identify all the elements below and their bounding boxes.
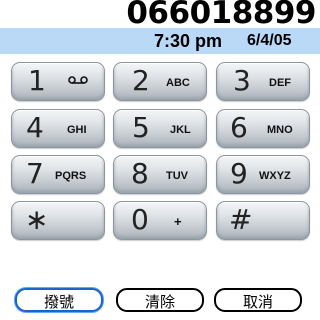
- key-digit: 0: [131, 203, 149, 236]
- key-letters: MNO: [267, 124, 293, 136]
- key-letters: WXYZ: [259, 170, 291, 182]
- key-digit: 7: [26, 157, 44, 190]
- key-digit: #: [229, 203, 253, 236]
- key-letters: ABC: [166, 77, 190, 89]
- key-digit: 4: [26, 111, 44, 144]
- key-letters: PQRS: [55, 170, 87, 182]
- voicemail-icon: [68, 76, 88, 84]
- key-digit: 2: [132, 64, 150, 97]
- key-digit: 8: [131, 157, 149, 190]
- key-4[interactable]: 4 GHI: [11, 109, 105, 148]
- key-digit: 9: [230, 157, 248, 190]
- key-3[interactable]: 3 DEF: [216, 62, 310, 101]
- key-digit: 6: [230, 111, 248, 144]
- key-5[interactable]: 5 JKL: [113, 109, 207, 148]
- dialed-number: 066018899: [126, 0, 316, 31]
- key-9[interactable]: 9 WXYZ: [216, 155, 310, 194]
- key-letters: GHI: [67, 124, 87, 136]
- key-digit: 5: [132, 111, 150, 144]
- key-8[interactable]: 8 TUV: [113, 155, 207, 194]
- key-digit: ∗: [25, 203, 49, 236]
- key-hash[interactable]: #: [216, 201, 310, 240]
- number-display: 066018899: [0, 0, 320, 31]
- key-digit: 3: [233, 64, 251, 97]
- clock-time: 7:30 pm: [154, 31, 223, 51]
- key-2[interactable]: 2 ABC: [113, 62, 207, 101]
- clock-date: 6/4/05: [247, 32, 292, 49]
- key-6[interactable]: 6 MNO: [216, 109, 310, 148]
- key-letters: TUV: [166, 170, 188, 182]
- cancel-button[interactable]: 取消: [214, 288, 302, 312]
- key-letters: JKL: [170, 124, 191, 136]
- clear-button[interactable]: 清除: [116, 288, 204, 312]
- status-bar: 7:30 pm 6/4/05: [0, 28, 320, 54]
- dial-button[interactable]: 撥號: [15, 288, 103, 312]
- key-0[interactable]: 0 +: [113, 201, 207, 240]
- key-7[interactable]: 7 PQRS: [11, 155, 105, 194]
- key-digit: 1: [28, 64, 46, 97]
- key-letters: +: [174, 214, 182, 229]
- key-star[interactable]: ∗: [11, 201, 105, 240]
- key-letters: DEF: [269, 77, 291, 89]
- key-1[interactable]: 1: [11, 62, 105, 101]
